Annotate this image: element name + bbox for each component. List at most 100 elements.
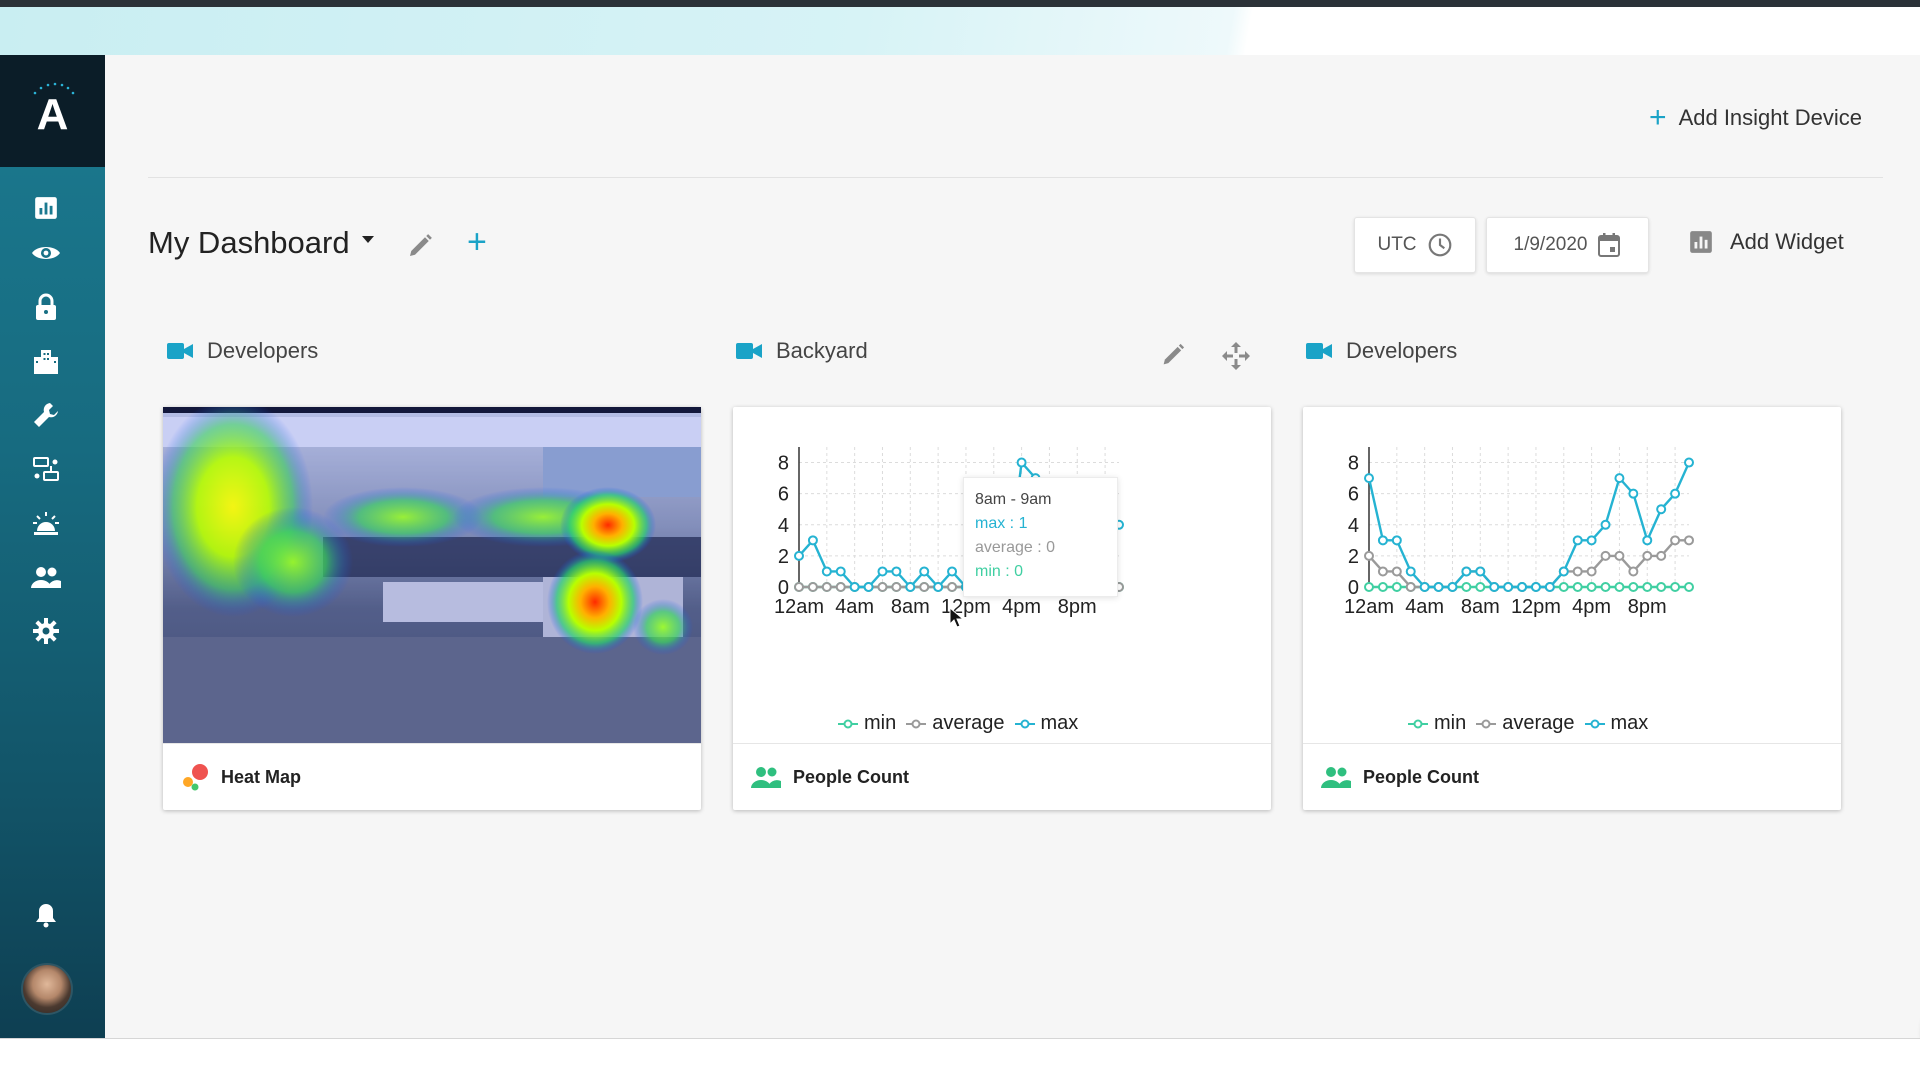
edit-widget-button[interactable] — [1159, 341, 1187, 374]
data-point-max — [1628, 488, 1639, 499]
data-point-min — [1572, 582, 1583, 592]
data-point-min — [1614, 582, 1625, 592]
x-tick-label: 4am — [835, 596, 874, 618]
data-point-max — [794, 550, 804, 561]
data-point-min — [1656, 582, 1667, 592]
move-widget-handle[interactable] — [1221, 341, 1251, 376]
legend-average[interactable]: average — [1476, 712, 1575, 735]
sidebar-item-insights[interactable] — [30, 192, 62, 224]
data-point-max — [1419, 582, 1430, 592]
data-point-min — [1558, 582, 1569, 592]
date-label: 1/9/2020 — [1513, 234, 1588, 255]
add-widget-button[interactable]: Add Widget — [1688, 229, 1844, 255]
dashboard-selector[interactable]: My Dashboard — [148, 225, 374, 261]
add-dashboard-button[interactable]: + — [467, 225, 487, 259]
x-tick-label: 4pm — [1002, 596, 1041, 618]
page-title: My Dashboard — [148, 225, 350, 260]
widget-type-label: Heat Map — [221, 766, 302, 787]
sidebar-item-tools[interactable] — [30, 399, 62, 431]
date-picker[interactable]: 1/9/2020 — [1486, 217, 1649, 273]
legend-min[interactable]: min — [1408, 712, 1466, 735]
y-tick-label: 2 — [1348, 546, 1359, 568]
data-point-average — [807, 582, 818, 592]
x-tick-label: 8pm — [1628, 596, 1667, 618]
widget-footer: People Count — [733, 743, 1271, 810]
legend-max[interactable]: max — [1584, 712, 1649, 735]
widget-footer: Heat Map — [163, 743, 701, 810]
notifications-button[interactable] — [30, 899, 62, 931]
y-tick-label: 8 — [778, 453, 789, 475]
sidebar-item-users[interactable] — [30, 561, 62, 593]
tooltip-min: min : 0 — [975, 563, 1024, 580]
logo[interactable]: A — [0, 55, 105, 167]
logo-dots-icon — [33, 82, 75, 95]
widget-header-2: Backyard — [736, 338, 868, 364]
sidebar-item-sites[interactable] — [30, 345, 62, 377]
data-point-max — [1433, 582, 1444, 592]
move-icon — [1222, 342, 1250, 370]
sidebar-item-alarms[interactable] — [30, 507, 62, 539]
data-point-max — [905, 582, 916, 592]
legend-min[interactable]: min — [838, 712, 896, 735]
video-camera-icon — [1306, 343, 1332, 359]
data-point-max — [1558, 566, 1569, 577]
heatmap-camera-image — [163, 407, 701, 743]
data-point-min — [1642, 582, 1653, 592]
users-icon — [31, 567, 61, 588]
timezone-picker[interactable]: UTC — [1354, 217, 1476, 273]
legend-average-marker — [906, 719, 927, 728]
x-tick-label: 4am — [1405, 596, 1444, 618]
wrench-icon — [34, 403, 58, 427]
browser-top-band — [0, 7, 1920, 55]
data-point-average — [1628, 566, 1639, 577]
avatar[interactable] — [21, 963, 73, 1015]
data-point-max — [1461, 566, 1472, 577]
header-divider — [148, 177, 1883, 178]
legend-max[interactable]: max — [1014, 712, 1079, 735]
data-point-average — [1391, 566, 1402, 577]
tooltip-time: 8am - 9am — [975, 491, 1052, 508]
y-tick-label: 6 — [1348, 484, 1359, 506]
data-point-max — [1364, 473, 1374, 484]
people-count-widget-developers[interactable]: 0 2 4 6 8 12am 4am 8am 12pm 4pm 8pm People Count — [1303, 407, 1841, 810]
data-point-max — [1405, 566, 1416, 577]
data-point-min — [1586, 582, 1597, 592]
sidebar: A — [0, 55, 105, 1038]
heatmap-widget[interactable]: Heat Map — [163, 407, 701, 810]
data-point-min — [1377, 582, 1388, 592]
edit-dashboard-button[interactable] — [405, 231, 435, 261]
data-point-max — [1447, 582, 1458, 592]
data-point-max — [1391, 535, 1402, 546]
sidebar-item-settings[interactable] — [30, 615, 62, 647]
data-point-min — [1364, 582, 1374, 592]
data-point-max — [835, 566, 846, 577]
data-point-average — [1684, 535, 1694, 546]
add-insight-device-button[interactable]: + Add Insight Device — [1649, 103, 1862, 133]
data-point-max — [821, 566, 832, 577]
legend-average[interactable]: average — [906, 712, 1005, 735]
data-point-max — [807, 535, 818, 546]
sidebar-item-access[interactable] — [30, 291, 62, 323]
add-insight-device-label: Add Insight Device — [1678, 105, 1862, 130]
data-point-max — [1600, 519, 1611, 530]
legend-average-marker — [1476, 719, 1497, 728]
data-point-average — [1405, 582, 1416, 592]
legend-max-label: max — [1040, 712, 1079, 734]
sidebar-item-views[interactable] — [30, 237, 62, 269]
mouse-cursor-icon — [949, 607, 965, 628]
logo-letter: A — [36, 90, 69, 139]
y-tick-label: 8 — [1348, 453, 1359, 475]
timezone-label: UTC — [1377, 234, 1417, 255]
data-point-max — [933, 582, 944, 592]
main-content: + Add Insight Device My Dashboard + UTC … — [105, 55, 1920, 1038]
legend-average-label: average — [1502, 712, 1575, 734]
people-count-widget-backyard[interactable]: 0 2 4 6 8 12am 4am 8am 12pm 4pm 8pm 8am - 9am max … — [733, 407, 1271, 810]
tooltip-max: max : 1 — [975, 515, 1028, 532]
widget-type-label: People Count — [793, 766, 909, 787]
data-point-average — [794, 582, 804, 592]
data-point-max — [1016, 457, 1027, 468]
sidebar-item-rules[interactable] — [30, 453, 62, 485]
legend-max-label: max — [1610, 712, 1649, 734]
data-point-average — [947, 582, 958, 592]
data-point-max — [947, 566, 958, 577]
